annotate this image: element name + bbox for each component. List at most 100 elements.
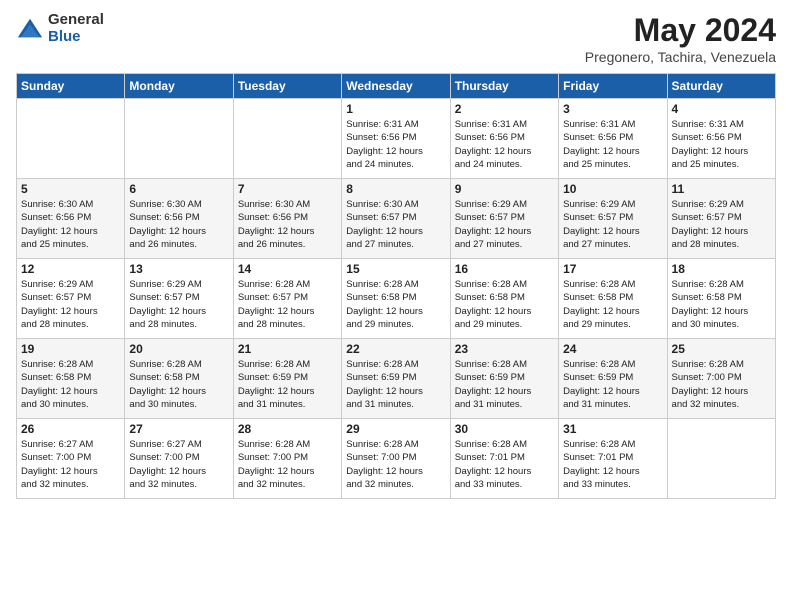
calendar-cell: 27Sunrise: 6:27 AM Sunset: 7:00 PM Dayli… xyxy=(125,419,233,499)
day-info: Sunrise: 6:31 AM Sunset: 6:56 PM Dayligh… xyxy=(346,118,445,171)
day-number: 3 xyxy=(563,102,662,116)
col-wednesday: Wednesday xyxy=(342,74,450,99)
day-number: 5 xyxy=(21,182,120,196)
calendar-cell: 13 Sunrise: 6:29 AM Sunset: 6:57 PM Dayli… xyxy=(125,259,233,339)
day-info: Sunrise: 6:28 AM Sunset: 6:58 PM Dayligh… xyxy=(346,278,445,331)
page: General Blue May 2024 Pregonero, Tachira… xyxy=(0,0,792,612)
day-info: Sunrise: 6:28 AM Sunset: 6:59 PM Dayligh… xyxy=(455,358,554,411)
day-info: Sunrise: 6:28 AM Sunset: 6:58 PM Dayligh… xyxy=(455,278,554,331)
calendar-cell: 29Sunrise: 6:28 AM Sunset: 7:00 PM Dayli… xyxy=(342,419,450,499)
day-info: Sunrise: 6:29 AM Sunset: 6:57 PM Dayligh… xyxy=(563,198,662,251)
calendar-cell: 23 Sunrise: 6:28 AM Sunset: 6:59 PM Dayli… xyxy=(450,339,558,419)
day-number: 2 xyxy=(455,102,554,116)
day-info: Sunrise: 6:28 AM Sunset: 7:01 PM Dayligh… xyxy=(563,438,662,491)
day-number: 4 xyxy=(672,102,771,116)
calendar-table: Sunday Monday Tuesday Wednesday Thursday… xyxy=(16,73,776,499)
calendar-cell: 26 Sunrise: 6:27 AM Sunset: 7:00 PM Dayli… xyxy=(17,419,125,499)
day-number: 20 xyxy=(129,342,228,356)
day-number: 8 xyxy=(346,182,445,196)
day-number: 23 xyxy=(455,342,554,356)
calendar-week-1: 1Sunrise: 6:31 AM Sunset: 6:56 PM Daylig… xyxy=(17,99,776,179)
day-info: Sunrise: 6:27 AM Sunset: 7:00 PM Dayligh… xyxy=(21,438,120,491)
day-info: Sunrise: 6:28 AM Sunset: 6:58 PM Dayligh… xyxy=(672,278,771,331)
day-number: 28 xyxy=(238,422,337,436)
calendar-cell xyxy=(125,99,233,179)
calendar-cell: 7 Sunrise: 6:30 AM Sunset: 6:56 PM Daylig… xyxy=(233,179,341,259)
day-number: 18 xyxy=(672,262,771,276)
day-number: 9 xyxy=(455,182,554,196)
day-info: Sunrise: 6:29 AM Sunset: 6:57 PM Dayligh… xyxy=(672,198,771,251)
calendar-cell: 12Sunrise: 6:29 AM Sunset: 6:57 PM Dayli… xyxy=(17,259,125,339)
logo-blue: Blue xyxy=(48,29,104,46)
day-number: 26 xyxy=(21,422,120,436)
day-info: Sunrise: 6:30 AM Sunset: 6:56 PM Dayligh… xyxy=(21,198,120,251)
day-number: 22 xyxy=(346,342,445,356)
logo: General Blue xyxy=(16,12,104,45)
day-info: Sunrise: 6:28 AM Sunset: 6:58 PM Dayligh… xyxy=(21,358,120,411)
logo-text: General Blue xyxy=(48,12,104,45)
day-info: Sunrise: 6:28 AM Sunset: 6:59 PM Dayligh… xyxy=(346,358,445,411)
day-number: 6 xyxy=(129,182,228,196)
day-info: Sunrise: 6:28 AM Sunset: 6:58 PM Dayligh… xyxy=(129,358,228,411)
calendar-cell: 16Sunrise: 6:28 AM Sunset: 6:58 PM Dayli… xyxy=(450,259,558,339)
day-info: Sunrise: 6:30 AM Sunset: 6:57 PM Dayligh… xyxy=(346,198,445,251)
day-number: 7 xyxy=(238,182,337,196)
day-info: Sunrise: 6:28 AM Sunset: 7:00 PM Dayligh… xyxy=(672,358,771,411)
day-number: 24 xyxy=(563,342,662,356)
calendar-cell xyxy=(667,419,775,499)
calendar-cell: 18 Sunrise: 6:28 AM Sunset: 6:58 PM Dayli… xyxy=(667,259,775,339)
calendar-week-5: 26 Sunrise: 6:27 AM Sunset: 7:00 PM Dayli… xyxy=(17,419,776,499)
header: General Blue May 2024 Pregonero, Tachira… xyxy=(16,12,776,65)
col-sunday: Sunday xyxy=(17,74,125,99)
calendar-cell: 20 Sunrise: 6:28 AM Sunset: 6:58 PM Dayli… xyxy=(125,339,233,419)
calendar-cell: 25Sunrise: 6:28 AM Sunset: 7:00 PM Dayli… xyxy=(667,339,775,419)
day-number: 21 xyxy=(238,342,337,356)
day-number: 13 xyxy=(129,262,228,276)
day-number: 14 xyxy=(238,262,337,276)
col-thursday: Thursday xyxy=(450,74,558,99)
calendar-cell: 17 Sunrise: 6:28 AM Sunset: 6:58 PM Dayli… xyxy=(559,259,667,339)
calendar-cell: 28Sunrise: 6:28 AM Sunset: 7:00 PM Dayli… xyxy=(233,419,341,499)
calendar-cell: 15 Sunrise: 6:28 AM Sunset: 6:58 PM Dayli… xyxy=(342,259,450,339)
day-info: Sunrise: 6:29 AM Sunset: 6:57 PM Dayligh… xyxy=(129,278,228,331)
day-info: Sunrise: 6:28 AM Sunset: 6:59 PM Dayligh… xyxy=(563,358,662,411)
day-info: Sunrise: 6:29 AM Sunset: 6:57 PM Dayligh… xyxy=(455,198,554,251)
calendar-week-2: 5 Sunrise: 6:30 AM Sunset: 6:56 PM Daylig… xyxy=(17,179,776,259)
col-tuesday: Tuesday xyxy=(233,74,341,99)
col-monday: Monday xyxy=(125,74,233,99)
day-info: Sunrise: 6:31 AM Sunset: 6:56 PM Dayligh… xyxy=(455,118,554,171)
day-number: 27 xyxy=(129,422,228,436)
main-title: May 2024 xyxy=(585,12,776,49)
calendar-cell: 24 Sunrise: 6:28 AM Sunset: 6:59 PM Dayli… xyxy=(559,339,667,419)
day-info: Sunrise: 6:31 AM Sunset: 6:56 PM Dayligh… xyxy=(672,118,771,171)
day-info: Sunrise: 6:28 AM Sunset: 6:57 PM Dayligh… xyxy=(238,278,337,331)
day-info: Sunrise: 6:30 AM Sunset: 6:56 PM Dayligh… xyxy=(129,198,228,251)
day-info: Sunrise: 6:30 AM Sunset: 6:56 PM Dayligh… xyxy=(238,198,337,251)
calendar-cell: 21Sunrise: 6:28 AM Sunset: 6:59 PM Dayli… xyxy=(233,339,341,419)
calendar-cell: 1Sunrise: 6:31 AM Sunset: 6:56 PM Daylig… xyxy=(342,99,450,179)
calendar-cell xyxy=(233,99,341,179)
calendar-week-4: 19Sunrise: 6:28 AM Sunset: 6:58 PM Dayli… xyxy=(17,339,776,419)
calendar-cell: 2 Sunrise: 6:31 AM Sunset: 6:56 PM Daylig… xyxy=(450,99,558,179)
title-block: May 2024 Pregonero, Tachira, Venezuela xyxy=(585,12,776,65)
day-number: 15 xyxy=(346,262,445,276)
logo-icon xyxy=(16,15,44,43)
calendar-cell: 31Sunrise: 6:28 AM Sunset: 7:01 PM Dayli… xyxy=(559,419,667,499)
day-number: 11 xyxy=(672,182,771,196)
day-number: 12 xyxy=(21,262,120,276)
calendar-cell: 19Sunrise: 6:28 AM Sunset: 6:58 PM Dayli… xyxy=(17,339,125,419)
day-number: 10 xyxy=(563,182,662,196)
day-info: Sunrise: 6:31 AM Sunset: 6:56 PM Dayligh… xyxy=(563,118,662,171)
day-info: Sunrise: 6:28 AM Sunset: 7:00 PM Dayligh… xyxy=(346,438,445,491)
calendar-cell: 3 Sunrise: 6:31 AM Sunset: 6:56 PM Daylig… xyxy=(559,99,667,179)
col-friday: Friday xyxy=(559,74,667,99)
calendar-cell: 5 Sunrise: 6:30 AM Sunset: 6:56 PM Daylig… xyxy=(17,179,125,259)
logo-general: General xyxy=(48,12,104,29)
day-number: 30 xyxy=(455,422,554,436)
calendar-cell: 11 Sunrise: 6:29 AM Sunset: 6:57 PM Dayli… xyxy=(667,179,775,259)
calendar-cell: 6 Sunrise: 6:30 AM Sunset: 6:56 PM Daylig… xyxy=(125,179,233,259)
calendar-cell: 4 Sunrise: 6:31 AM Sunset: 6:56 PM Daylig… xyxy=(667,99,775,179)
calendar-cell: 10 Sunrise: 6:29 AM Sunset: 6:57 PM Dayli… xyxy=(559,179,667,259)
day-info: Sunrise: 6:28 AM Sunset: 6:58 PM Dayligh… xyxy=(563,278,662,331)
day-number: 17 xyxy=(563,262,662,276)
